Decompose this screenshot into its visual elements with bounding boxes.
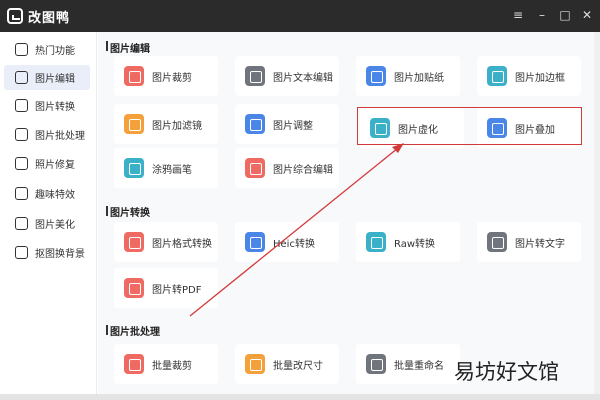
annotation-arrow [189, 143, 404, 317]
watermark-text: 易坊好文馆 [454, 360, 559, 384]
